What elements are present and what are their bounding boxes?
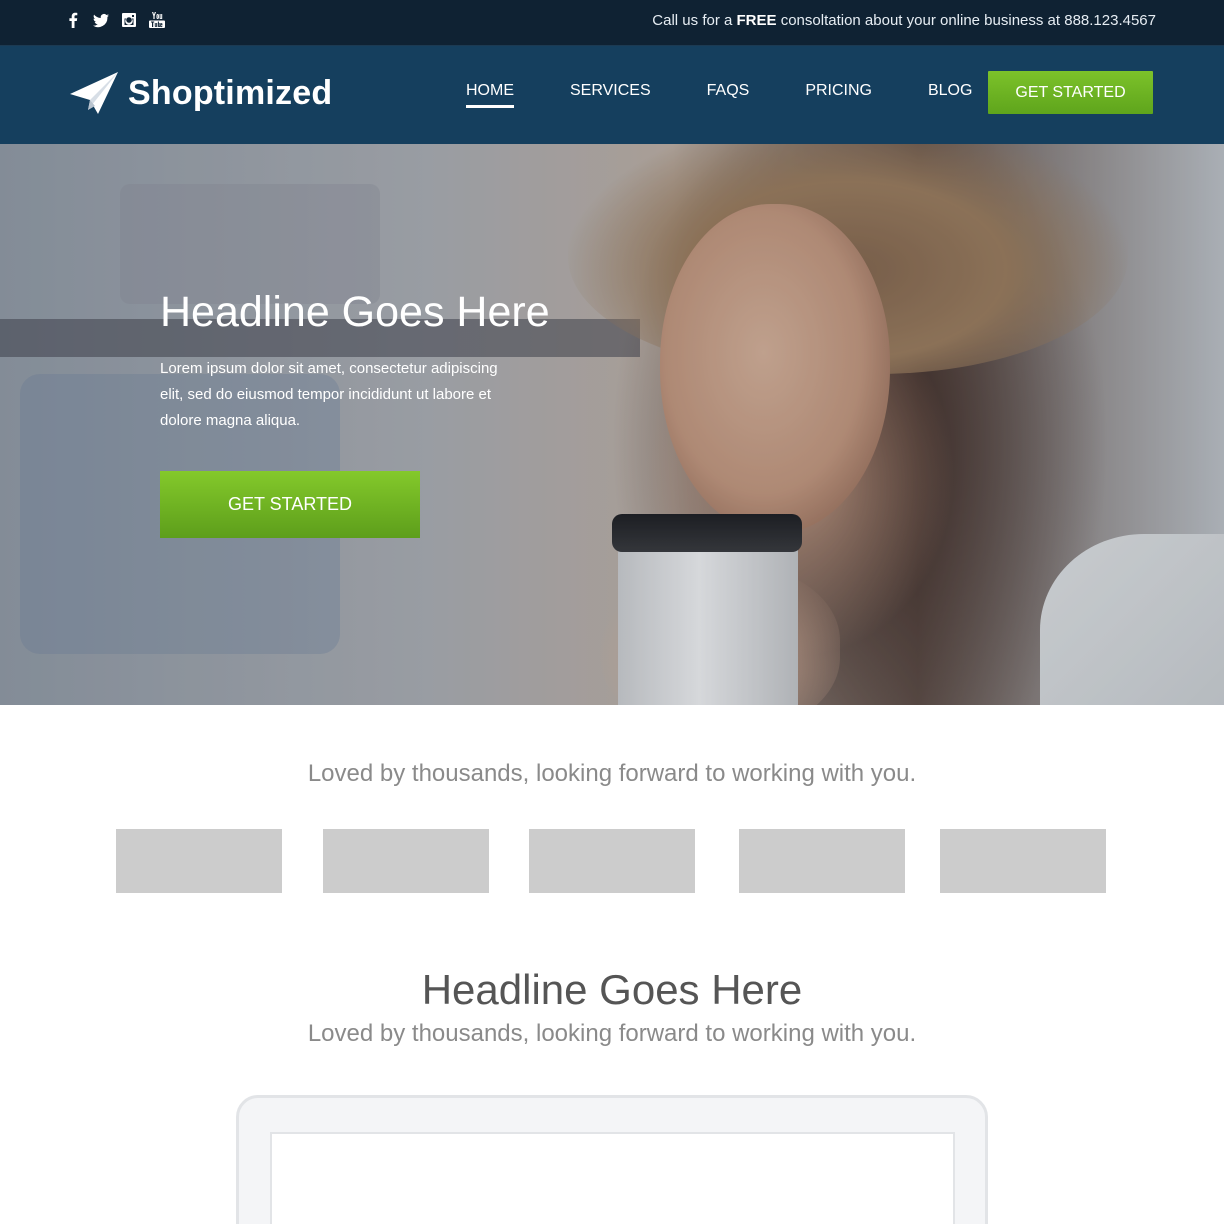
call-free: FREE: [736, 12, 777, 29]
call-suffix: consoltation about your online business …: [780, 12, 1061, 29]
instagram-icon[interactable]: [120, 10, 138, 30]
twitter-icon[interactable]: [92, 10, 110, 30]
nav-services[interactable]: SERVICES: [570, 82, 651, 108]
call-us-text: Call us for a FREE consoltation about yo…: [652, 12, 1156, 29]
client-logo-placeholder: [739, 829, 905, 893]
testimonial-tagline: Loved by thousands, looking forward to w…: [307, 760, 917, 787]
youtube-icon[interactable]: [148, 10, 166, 30]
logo[interactable]: Shoptimized: [68, 70, 332, 116]
header-get-started-button[interactable]: GET STARTED: [988, 71, 1153, 114]
nav-faqs[interactable]: FAQS: [707, 82, 750, 108]
section-title: Headline Goes Here: [421, 966, 803, 1013]
hero-get-started-button[interactable]: GET STARTED: [160, 471, 420, 538]
top-bar: Call us for a FREE consoltation about yo…: [0, 0, 1224, 46]
client-logo-placeholder: [529, 829, 695, 893]
nav-blog[interactable]: BLOG: [928, 82, 972, 108]
facebook-icon[interactable]: [64, 10, 82, 30]
client-logo-placeholder: [116, 829, 282, 893]
client-logo-placeholder: [323, 829, 489, 893]
social-links: [64, 10, 166, 30]
section-subtitle: Loved by thousands, looking forward to w…: [307, 1020, 917, 1047]
hero-title: Headline Goes Here: [160, 288, 550, 336]
hero-description: Lorem ipsum dolor sit amet, consectetur …: [160, 360, 498, 429]
hero: Headline Goes Here Lorem ipsum dolor sit…: [0, 144, 1224, 705]
client-logo-placeholder: [940, 829, 1106, 893]
paper-plane-icon: [70, 72, 118, 114]
device-mockup-screen: [270, 1132, 955, 1224]
main-header: Shoptimized HOME SERVICES FAQS PRICING B…: [0, 46, 1224, 144]
nav-home[interactable]: HOME: [466, 82, 514, 108]
nav-pricing[interactable]: PRICING: [805, 82, 872, 108]
logo-text: Shoptimized: [128, 73, 333, 112]
main-nav: HOME SERVICES FAQS PRICING BLOG: [466, 82, 1028, 108]
phone-number[interactable]: 888.123.4567: [1064, 12, 1156, 29]
call-prefix: Call us for a: [652, 12, 733, 29]
